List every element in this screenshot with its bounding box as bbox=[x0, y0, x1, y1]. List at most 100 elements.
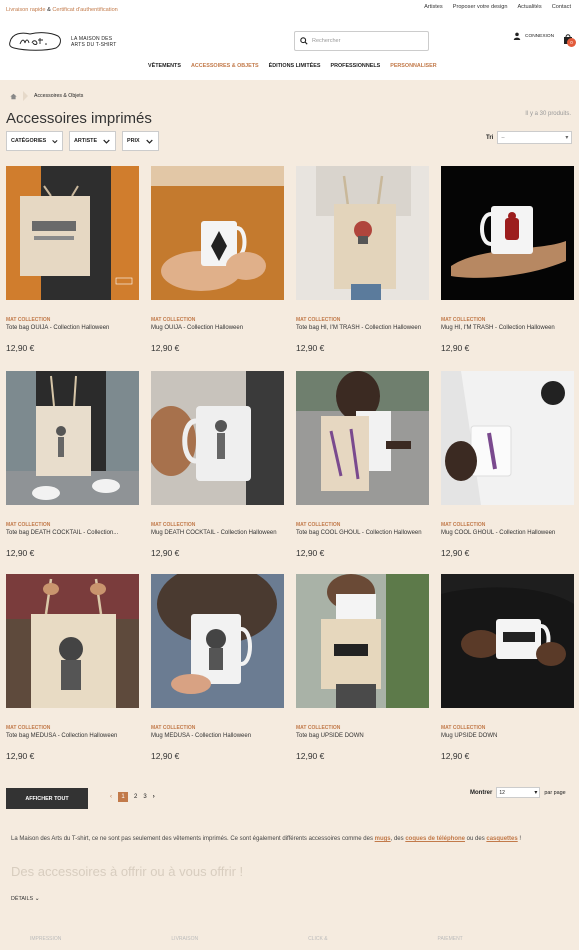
product-card[interactable]: MAT COLLECTION Mug DEATH COCKTAIL - Coll… bbox=[146, 371, 284, 558]
topbar-link-proposer[interactable]: Proposer votre design bbox=[453, 4, 508, 10]
promo-ampersand: & bbox=[47, 7, 51, 13]
product-price: 12,90 € bbox=[441, 751, 470, 761]
product-name[interactable]: Tote bag UPSIDE DOWN bbox=[296, 733, 429, 749]
filter-artiste[interactable]: ARTISTE bbox=[69, 131, 116, 151]
description-heading: Des accessoires à offrir ou à vous offri… bbox=[11, 864, 244, 879]
desc-text: , des bbox=[390, 836, 406, 842]
next-page-icon[interactable]: › bbox=[153, 794, 155, 800]
details-toggle[interactable]: DÉTAILS ⌄ bbox=[11, 895, 40, 902]
feature-livraison: LIVRAISON bbox=[171, 936, 199, 942]
nav-editions-limitees[interactable]: ÉDITIONS LIMITÉES bbox=[269, 63, 321, 69]
product-collection: MAT COLLECTION bbox=[151, 317, 196, 323]
product-name[interactable]: Mug MEDUSA - Collection Halloween bbox=[151, 733, 284, 749]
product-price: 12,90 € bbox=[296, 751, 325, 761]
brand-logo[interactable] bbox=[6, 30, 64, 52]
page-link[interactable]: 3 bbox=[143, 794, 146, 800]
product-image-tote-upside[interactable] bbox=[296, 574, 429, 708]
product-collection: MAT COLLECTION bbox=[6, 725, 51, 731]
nav-accessoires[interactable]: ACCESSOIRES & OBJETS bbox=[191, 63, 259, 69]
topbar-link-artistes[interactable]: Artistes bbox=[424, 4, 443, 10]
chevron-down-icon bbox=[145, 139, 153, 144]
product-name[interactable]: Mug COOL GHOUL - Collection Halloween bbox=[441, 530, 574, 546]
product-name[interactable]: Mug DEATH COCKTAIL - Collection Hallowee… bbox=[151, 530, 284, 546]
user-icon bbox=[513, 32, 521, 40]
search-icon[interactable] bbox=[300, 37, 308, 45]
product-price: 12,90 € bbox=[296, 548, 325, 558]
cart-button[interactable]: 0 bbox=[563, 31, 576, 49]
product-card[interactable]: MAT COLLECTION Tote bag COOL GHOUL - Col… bbox=[296, 371, 429, 558]
nav-vetements[interactable]: VÊTEMENTS bbox=[148, 63, 181, 69]
product-image-mug-trash[interactable] bbox=[441, 166, 574, 300]
filter-prix[interactable]: PRIX bbox=[122, 131, 159, 151]
product-price: 12,90 € bbox=[151, 548, 180, 558]
desc-text: ! bbox=[517, 836, 522, 842]
topbar-link-contact[interactable]: Contact bbox=[552, 4, 571, 10]
topbar-promo: Livraison rapide & Certificat d'authenti… bbox=[6, 7, 118, 13]
topbar-links: Artistes Proposer votre design Actualité… bbox=[424, 4, 571, 10]
chevron-down-icon: ⌄ bbox=[34, 896, 40, 902]
page-link[interactable]: 2 bbox=[134, 794, 137, 800]
product-name[interactable]: Tote bag HI, I'M TRASH - Collection Hall… bbox=[296, 325, 429, 341]
product-name[interactable]: Mug HI, I'M TRASH - Collection Halloween bbox=[441, 325, 574, 341]
product-image-mug-death[interactable] bbox=[146, 371, 284, 505]
product-image-mug-medusa[interactable] bbox=[151, 564, 284, 708]
product-card[interactable]: MAT COLLECTION Mug COOL GHOUL - Collecti… bbox=[441, 371, 574, 558]
product-image-tote-ghoul[interactable] bbox=[296, 371, 429, 505]
product-collection: MAT COLLECTION bbox=[441, 725, 486, 731]
site-header: LA MAISON DES ARTS DU T-SHIRT CONNEXION … bbox=[0, 22, 579, 80]
product-name[interactable]: Tote bag COOL GHOUL - Collection Hallowe… bbox=[296, 530, 429, 546]
feature-impression: IMPRESSION bbox=[30, 936, 62, 942]
product-collection: MAT COLLECTION bbox=[151, 522, 196, 528]
product-image-tote-medusa[interactable] bbox=[6, 574, 139, 708]
product-name[interactable]: Mug UPSIDE DOWN bbox=[441, 733, 574, 749]
product-image-mug-ghoul[interactable] bbox=[441, 371, 574, 505]
filter-categories[interactable]: CATÉGORIES bbox=[6, 131, 63, 151]
product-name[interactable]: Tote bag DEATH COCKTAIL - Collection... bbox=[6, 530, 139, 546]
topbar-link-actualites[interactable]: Actualités bbox=[517, 4, 541, 10]
product-name[interactable]: Tote bag OUIJA - Collection Halloween bbox=[6, 325, 139, 341]
link-coques[interactable]: coques de téléphone bbox=[405, 836, 465, 842]
page-link-current[interactable]: 1 bbox=[118, 792, 128, 802]
home-icon[interactable] bbox=[10, 93, 17, 100]
product-image-tote-ouija[interactable] bbox=[6, 166, 139, 300]
product-card[interactable]: MAT COLLECTION Mug HI, I'M TRASH - Colle… bbox=[441, 166, 574, 353]
product-collection: MAT COLLECTION bbox=[6, 317, 51, 323]
sort-select[interactable]: -- bbox=[497, 131, 573, 144]
per-page-select[interactable]: 12 bbox=[496, 787, 541, 798]
search-box bbox=[294, 31, 429, 51]
show-all-button[interactable]: AFFICHER TOUT bbox=[6, 788, 88, 809]
product-card[interactable]: MAT COLLECTION Tote bag MEDUSA - Collect… bbox=[6, 574, 139, 761]
account-link[interactable]: CONNEXION bbox=[513, 32, 554, 40]
link-mugs[interactable]: mugs bbox=[375, 836, 391, 842]
link-casquettes[interactable]: casquettes bbox=[486, 836, 517, 842]
product-name[interactable]: Tote bag MEDUSA - Collection Halloween bbox=[6, 733, 139, 749]
brand-name: LA MAISON DES ARTS DU T-SHIRT bbox=[71, 36, 117, 48]
product-image-tote-trash[interactable] bbox=[296, 166, 429, 300]
product-card[interactable]: MAT COLLECTION Tote bag UPSIDE DOWN 12,9… bbox=[296, 574, 429, 761]
breadcrumb-separator bbox=[23, 91, 28, 101]
prev-page-icon[interactable]: ‹ bbox=[110, 794, 112, 800]
top-bar: Livraison rapide & Certificat d'authenti… bbox=[0, 0, 579, 22]
product-image-mug-ouija[interactable] bbox=[151, 166, 284, 300]
product-price: 12,90 € bbox=[151, 751, 180, 761]
feature-click: CLICK & bbox=[308, 936, 328, 942]
product-image-tote-death[interactable] bbox=[6, 371, 139, 505]
main-nav: VÊTEMENTS ACCESSOIRES & OBJETS ÉDITIONS … bbox=[148, 63, 437, 69]
product-image-mug-upside[interactable] bbox=[441, 574, 574, 708]
search-input[interactable] bbox=[312, 35, 424, 47]
nav-personnaliser[interactable]: PERSONNALISER bbox=[390, 63, 436, 69]
product-price: 12,90 € bbox=[151, 343, 180, 353]
product-card[interactable]: MAT COLLECTION Tote bag DEATH COCKTAIL -… bbox=[6, 371, 139, 558]
product-card[interactable]: MAT COLLECTION Tote bag HI, I'M TRASH - … bbox=[296, 166, 429, 353]
product-price: 12,90 € bbox=[6, 548, 35, 558]
nav-professionnels[interactable]: PROFESSIONNELS bbox=[330, 63, 380, 69]
cart-count-badge: 0 bbox=[567, 38, 576, 47]
product-card[interactable]: MAT COLLECTION Tote bag OUIJA - Collecti… bbox=[6, 166, 139, 353]
product-card[interactable]: MAT COLLECTION Mug MEDUSA - Collection H… bbox=[151, 564, 284, 761]
footer-features: IMPRESSION LIVRAISON CLICK & PAIEMENT bbox=[30, 936, 463, 942]
category-description: La Maison des Arts du T-shirt, ce ne son… bbox=[11, 835, 566, 844]
product-name[interactable]: Mug OUIJA - Collection Halloween bbox=[151, 325, 284, 341]
product-card[interactable]: MAT COLLECTION Mug UPSIDE DOWN 12,90 € bbox=[441, 574, 574, 761]
breadcrumb: Accessoires & Objets bbox=[10, 91, 83, 101]
product-card[interactable]: MAT COLLECTION Mug OUIJA - Collection Ha… bbox=[151, 166, 284, 353]
